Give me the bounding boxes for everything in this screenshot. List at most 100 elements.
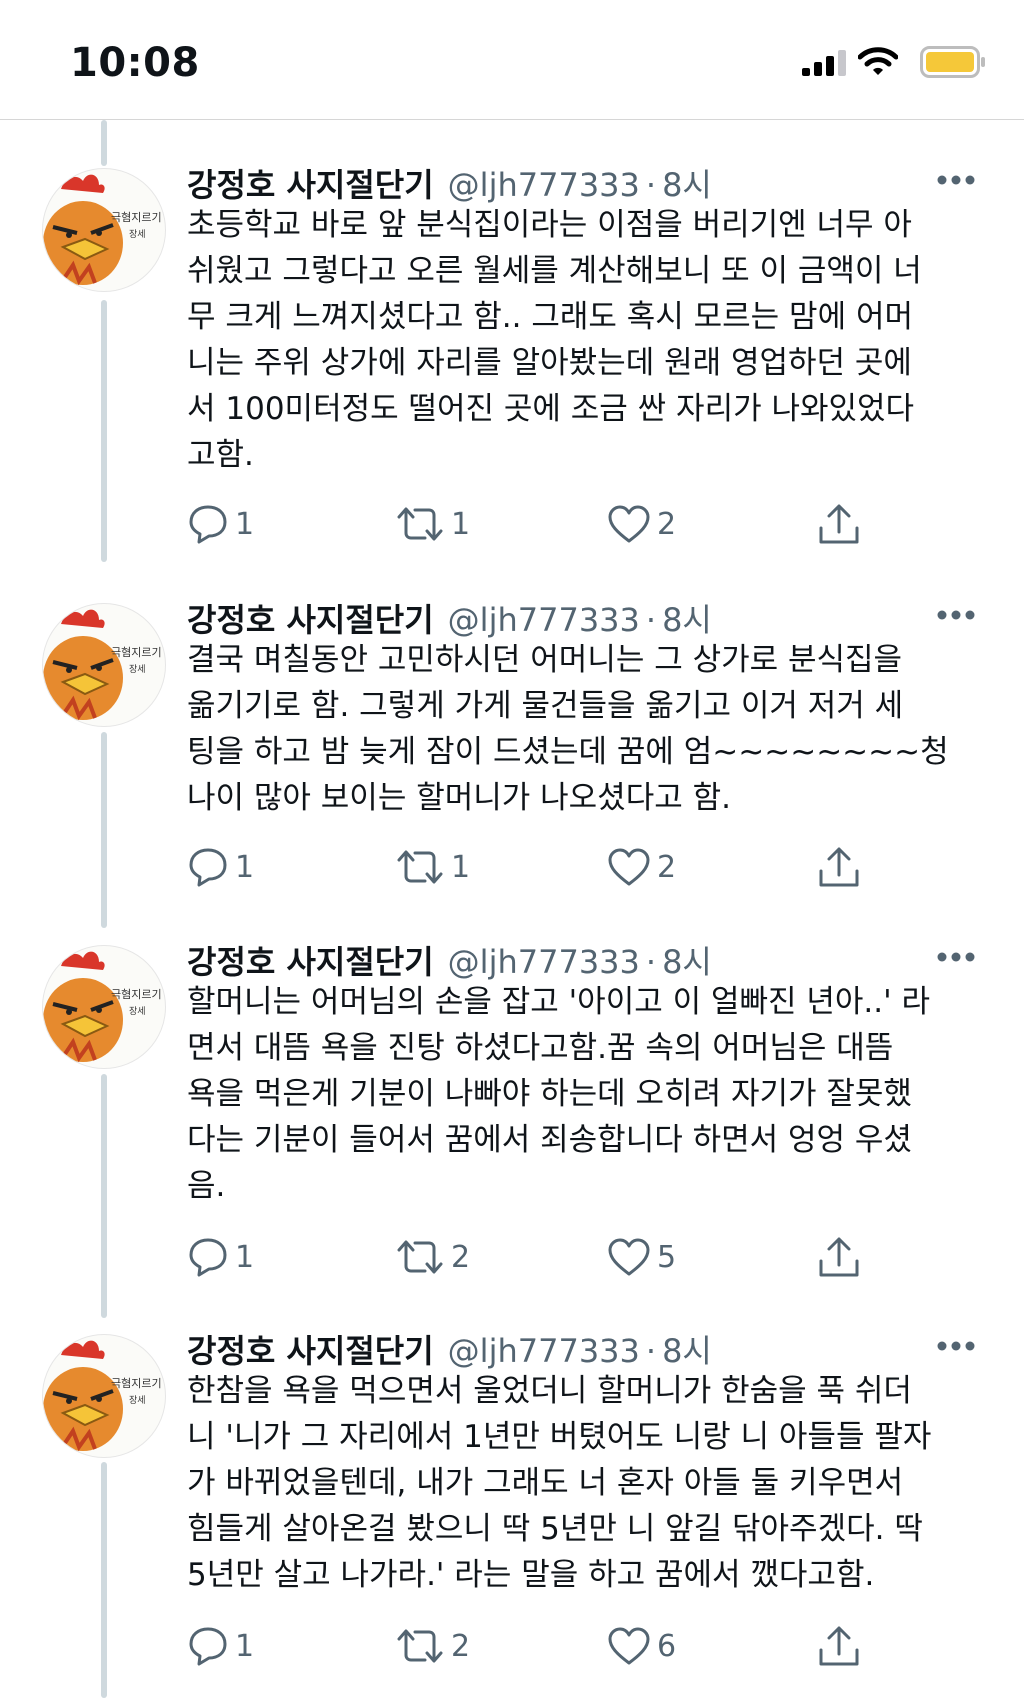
rooster-avatar-icon: 극혐지르기 장세 xyxy=(43,951,162,1063)
author-handle[interactable]: @ljh777333 xyxy=(448,1332,640,1370)
tweet-text: 한참을 욕을 먹으면서 울었더니 할머니가 한숨을 푹 쉬더 니 '니가 그 자… xyxy=(187,1368,987,1598)
svg-text:장세: 장세 xyxy=(129,1006,146,1017)
battery-icon xyxy=(920,46,985,78)
thread-line xyxy=(101,1462,107,1698)
text-line: 서 100미터정도 떨어진 곳에 조금 싼 자리가 나와있었다 xyxy=(187,391,915,427)
text-line: 쉬웠고 그렇다고 오른 월세를 계산해보니 또 이 금액이 너 xyxy=(187,253,922,289)
like-button[interactable]: 2 xyxy=(607,843,676,891)
reply-button[interactable]: 1 xyxy=(187,1233,254,1281)
svg-text:극혐지르기: 극혐지르기 xyxy=(111,988,162,1001)
more-options-icon[interactable] xyxy=(936,951,976,963)
retweet-button[interactable]: 2 xyxy=(395,1233,470,1281)
tweet-actions: 1 1 2 xyxy=(187,500,887,548)
separator: · xyxy=(645,943,657,981)
share-icon xyxy=(819,1237,859,1277)
reply-icon xyxy=(189,848,227,887)
retweet-icon xyxy=(397,1629,443,1663)
author-handle[interactable]: @ljh777333 xyxy=(448,601,640,639)
thread-line xyxy=(101,300,107,562)
retweet-count: 1 xyxy=(451,849,471,885)
thread-line xyxy=(101,1074,107,1318)
tweet-time[interactable]: 8시 xyxy=(662,595,712,641)
avatar[interactable]: 극혐지르기 장세 xyxy=(42,945,166,1069)
more-options-icon[interactable] xyxy=(936,174,976,186)
retweet-icon xyxy=(397,850,443,884)
reply-count: 1 xyxy=(235,506,255,542)
tweet-header: 강정호 사지절단기 @ljh777333 · 8시 xyxy=(187,595,712,641)
retweet-button[interactable]: 2 xyxy=(395,1622,470,1670)
retweet-count: 2 xyxy=(451,1628,471,1664)
like-button[interactable]: 2 xyxy=(607,500,676,548)
avatar[interactable]: 극혐지르기 장세 xyxy=(42,168,166,292)
share-button[interactable] xyxy=(817,1622,861,1670)
tweet-time[interactable]: 8시 xyxy=(662,1326,712,1372)
thread-line xyxy=(101,732,107,928)
text-line: 팅을 하고 밤 늦게 잠이 드셨는데 꿈에 엄~~~~~~~~청 xyxy=(187,734,949,770)
more-options-icon[interactable] xyxy=(936,609,976,621)
heart-icon xyxy=(608,505,650,543)
text-line: 할머니는 어머님의 손을 잡고 '아이고 이 얼빠진 년아..' 라 xyxy=(187,984,931,1020)
svg-text:장세: 장세 xyxy=(129,664,146,675)
like-button[interactable]: 6 xyxy=(607,1622,676,1670)
share-button[interactable] xyxy=(817,843,861,891)
text-line: 욕을 먹은게 기분이 나빠야 하는데 오히려 자기가 잘못했 xyxy=(187,1076,912,1112)
retweet-button[interactable]: 1 xyxy=(395,843,470,891)
separator: · xyxy=(645,601,657,639)
text-line: 무 크게 느껴지셨다고 함.. 그래도 혹시 모르는 맘에 어머 xyxy=(187,299,913,335)
text-line: 결국 며칠동안 고민하시던 어머니는 그 상가로 분식집을 xyxy=(187,642,903,678)
svg-text:극혐지르기: 극혐지르기 xyxy=(111,1377,162,1390)
tweet-text: 결국 며칠동안 고민하시던 어머니는 그 상가로 분식집을 옮기기로 함. 그렇… xyxy=(187,637,987,821)
status-bar: 10:08 xyxy=(0,0,1024,120)
tweet-header: 강정호 사지절단기 @ljh777333 · 8시 xyxy=(187,937,712,983)
heart-icon xyxy=(608,848,650,886)
share-button[interactable] xyxy=(817,500,861,548)
text-line: 다는 기분이 들어서 꿈에서 죄송합니다 하면서 엉엉 우셨 xyxy=(187,1122,912,1158)
author-name[interactable]: 강정호 사지절단기 xyxy=(187,595,434,641)
tweet-header: 강정호 사지절단기 @ljh777333 · 8시 xyxy=(187,160,712,206)
text-line: 면서 대뜸 욕을 진탕 하셨다고함.꿈 속의 어머님은 대뜸 xyxy=(187,1030,894,1066)
rooster-avatar-icon: 극혐지르기 장세 xyxy=(43,609,162,721)
text-line: 음. xyxy=(187,1168,226,1204)
text-line: 나이 많아 보이는 할머니가 나오셨다고 함. xyxy=(187,780,731,816)
author-handle[interactable]: @ljh777333 xyxy=(448,166,640,204)
author-handle[interactable]: @ljh777333 xyxy=(448,943,640,981)
separator: · xyxy=(645,166,657,204)
author-name[interactable]: 강정호 사지절단기 xyxy=(187,1326,434,1372)
share-icon xyxy=(819,1626,859,1666)
svg-text:장세: 장세 xyxy=(129,1395,146,1406)
like-count: 2 xyxy=(657,849,677,885)
text-line: 초등학교 바로 앞 분식집이라는 이점을 버리기엔 너무 아 xyxy=(187,207,912,243)
author-name[interactable]: 강정호 사지절단기 xyxy=(187,160,434,206)
like-count: 6 xyxy=(657,1628,677,1664)
text-line: 고함. xyxy=(187,437,254,473)
reply-count: 1 xyxy=(235,1628,255,1664)
reply-button[interactable]: 1 xyxy=(187,500,254,548)
like-count: 5 xyxy=(657,1239,677,1275)
tweet-time[interactable]: 8시 xyxy=(662,160,712,206)
svg-text:극혐지르기: 극혐지르기 xyxy=(111,211,162,224)
author-name[interactable]: 강정호 사지절단기 xyxy=(187,937,434,983)
tweet-time[interactable]: 8시 xyxy=(662,937,712,983)
rooster-avatar-icon: 극혐지르기 장세 xyxy=(43,1340,162,1452)
share-button[interactable] xyxy=(817,1233,861,1281)
retweet-button[interactable]: 1 xyxy=(395,500,470,548)
reply-button[interactable]: 1 xyxy=(187,843,254,891)
tweet-actions: 1 1 2 xyxy=(187,843,887,891)
avatar[interactable]: 극혐지르기 장세 xyxy=(42,1334,166,1458)
reply-button[interactable]: 1 xyxy=(187,1622,254,1670)
reply-count: 1 xyxy=(235,849,255,885)
svg-text:장세: 장세 xyxy=(129,229,146,240)
rooster-avatar-icon: 극혐지르기 장세 xyxy=(43,174,162,286)
more-options-icon[interactable] xyxy=(936,1340,976,1352)
svg-text:극혐지르기: 극혐지르기 xyxy=(111,646,162,659)
wifi-icon xyxy=(858,47,898,75)
tweet-text: 할머니는 어머님의 손을 잡고 '아이고 이 얼빠진 년아..' 라 면서 대뜸… xyxy=(187,979,987,1209)
retweet-count: 1 xyxy=(451,506,471,542)
avatar[interactable]: 극혐지르기 장세 xyxy=(42,603,166,727)
separator: · xyxy=(645,1332,657,1370)
like-count: 2 xyxy=(657,506,677,542)
text-line: 5년만 살고 나가라.' 라는 말을 하고 꿈에서 깼다고함. xyxy=(187,1557,875,1593)
tweet-actions: 1 2 6 xyxy=(187,1622,887,1670)
like-button[interactable]: 5 xyxy=(607,1233,676,1281)
heart-icon xyxy=(608,1627,650,1665)
